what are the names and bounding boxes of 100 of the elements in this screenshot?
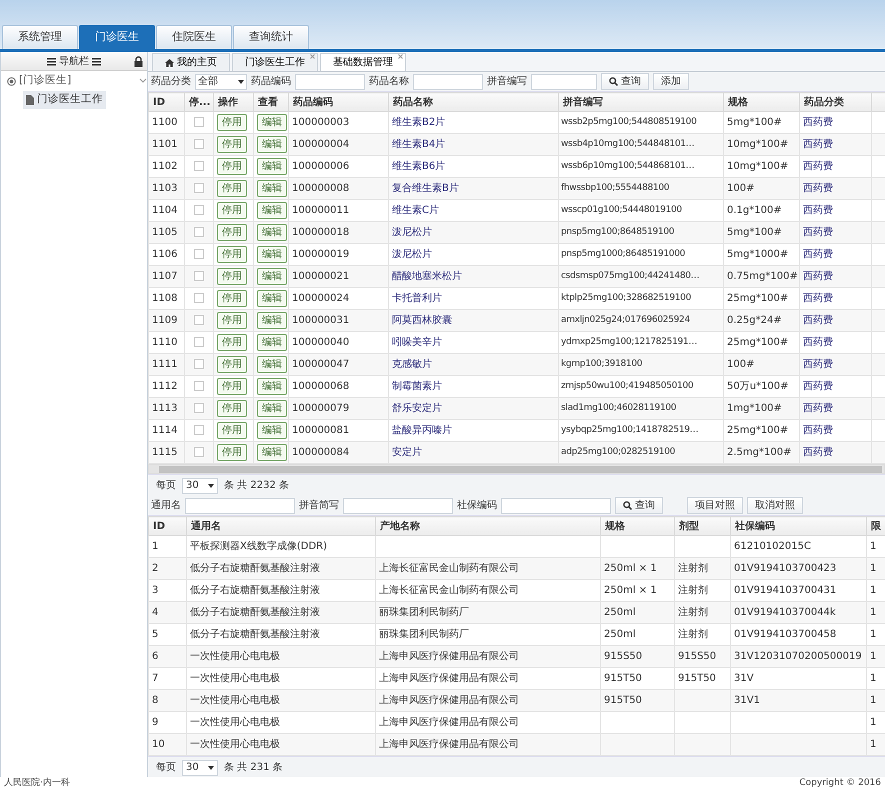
- page-tab[interactable]: 我的主页: [152, 53, 230, 71]
- input-field[interactable]: [501, 498, 611, 514]
- field-label: 药品编码: [251, 74, 291, 89]
- column-header[interactable]: 规格: [724, 92, 800, 112]
- column-header[interactable]: 剂型: [674, 516, 730, 536]
- disable-button[interactable]: 停用: [217, 356, 247, 373]
- scrollbar[interactable]: [148, 464, 885, 474]
- checkbox[interactable]: [194, 183, 204, 194]
- disable-button[interactable]: 停用: [217, 114, 247, 131]
- action-button[interactable]: 添加: [653, 73, 689, 90]
- edit-button[interactable]: 编辑: [257, 224, 287, 241]
- edit-button[interactable]: 编辑: [257, 268, 287, 285]
- disable-button[interactable]: 停用: [217, 312, 247, 329]
- disable-button[interactable]: 停用: [217, 444, 247, 461]
- table-cell: 2.5mg*100#: [724, 442, 800, 464]
- edit-button[interactable]: 编辑: [257, 400, 287, 417]
- disable-button[interactable]: 停用: [217, 422, 247, 439]
- action-button[interactable]: 取消对照: [747, 497, 803, 514]
- column-header[interactable]: 操作: [214, 92, 254, 112]
- nav-tab[interactable]: 住院医生: [156, 25, 232, 49]
- nav-tab[interactable]: 查询统计: [233, 25, 309, 49]
- action-button[interactable]: 项目对照: [687, 497, 743, 514]
- disable-button[interactable]: 停用: [217, 180, 247, 197]
- input-field[interactable]: [343, 498, 453, 514]
- nav-tab[interactable]: 系统管理: [2, 25, 78, 49]
- disable-button[interactable]: 停用: [217, 290, 247, 307]
- disable-button[interactable]: 停用: [217, 136, 247, 153]
- input-field[interactable]: [185, 498, 295, 514]
- disable-button[interactable]: 停用: [217, 400, 247, 417]
- column-header[interactable]: 规格: [600, 516, 674, 536]
- edit-button[interactable]: 编辑: [257, 180, 287, 197]
- column-header[interactable]: 通用名: [186, 516, 376, 536]
- column-header[interactable]: 限: [866, 516, 885, 536]
- page-tab[interactable]: 基础数据管理: [320, 53, 406, 71]
- table-cell: 8: [148, 690, 186, 712]
- table-cell: 西药费: [800, 354, 872, 376]
- table-cell: 1103: [148, 178, 184, 200]
- column-header[interactable]: 药品编码: [288, 92, 388, 112]
- edit-button[interactable]: 编辑: [257, 444, 287, 461]
- checkbox[interactable]: [194, 381, 204, 392]
- column-header[interactable]: ID: [148, 92, 184, 112]
- tree-item[interactable]: 门诊医生工作: [23, 91, 106, 109]
- page-tab[interactable]: 门诊医生工作: [232, 53, 318, 71]
- input-field[interactable]: [531, 74, 597, 90]
- edit-button[interactable]: 编辑: [257, 334, 287, 351]
- checkbox[interactable]: [194, 139, 204, 150]
- checkbox[interactable]: [194, 161, 204, 172]
- edit-button[interactable]: 编辑: [257, 378, 287, 395]
- checkbox[interactable]: [194, 249, 204, 260]
- table-cell: 上海长征富民金山制药有限公司: [376, 558, 600, 580]
- column-header[interactable]: 拼音编写: [558, 92, 724, 112]
- page-size-select[interactable]: 30: [182, 760, 218, 776]
- column-header[interactable]: 产地名称: [376, 516, 600, 536]
- table-cell: 250ml: [600, 602, 674, 624]
- disable-button[interactable]: 停用: [217, 158, 247, 175]
- page-size-select[interactable]: 30: [182, 478, 218, 494]
- edit-button[interactable]: 编辑: [257, 158, 287, 175]
- checkbox[interactable]: [194, 227, 204, 238]
- disable-button[interactable]: 停用: [217, 224, 247, 241]
- tree-node[interactable]: [门诊医生]: [1, 71, 147, 91]
- search-icon: [609, 77, 618, 86]
- column-header[interactable]: 药品名称: [388, 92, 558, 112]
- checkbox[interactable]: [194, 447, 204, 458]
- table-cell: 西药费: [800, 134, 872, 156]
- checkbox[interactable]: [194, 271, 204, 282]
- category-select[interactable]: 全部: [195, 74, 247, 90]
- disable-button[interactable]: 停用: [217, 246, 247, 263]
- edit-button[interactable]: 编辑: [257, 422, 287, 439]
- field-label: 社保编码: [457, 498, 497, 513]
- checkbox[interactable]: [194, 359, 204, 370]
- disable-button[interactable]: 停用: [217, 334, 247, 351]
- disable-button[interactable]: 停用: [217, 202, 247, 219]
- checkbox[interactable]: [194, 293, 204, 304]
- column-header[interactable]: 药品分类: [800, 92, 872, 112]
- edit-button[interactable]: 编辑: [257, 202, 287, 219]
- table-cell: 1: [866, 558, 885, 580]
- checkbox[interactable]: [194, 315, 204, 326]
- column-header[interactable]: ID: [148, 516, 186, 536]
- checkbox[interactable]: [194, 205, 204, 216]
- nav-tab[interactable]: 门诊医生: [79, 25, 155, 49]
- column-header[interactable]: 停...: [184, 92, 214, 112]
- checkbox[interactable]: [194, 337, 204, 348]
- search-button[interactable]: 查询: [615, 497, 663, 514]
- checkbox[interactable]: [194, 425, 204, 436]
- search-button[interactable]: 查询: [601, 73, 649, 90]
- input-field[interactable]: [295, 74, 365, 90]
- column-header[interactable]: 社保编码: [730, 516, 866, 536]
- edit-button[interactable]: 编辑: [257, 136, 287, 153]
- edit-button[interactable]: 编辑: [257, 356, 287, 373]
- checkbox[interactable]: [194, 403, 204, 414]
- edit-button[interactable]: 编辑: [257, 114, 287, 131]
- input-field[interactable]: [413, 74, 483, 90]
- edit-button[interactable]: 编辑: [257, 312, 287, 329]
- disable-button[interactable]: 停用: [217, 378, 247, 395]
- edit-button[interactable]: 编辑: [257, 246, 287, 263]
- disable-button[interactable]: 停用: [217, 268, 247, 285]
- column-header[interactable]: 查看: [254, 92, 288, 112]
- edit-button[interactable]: 编辑: [257, 290, 287, 307]
- sidebar-title: 导航栏: [59, 54, 89, 68]
- checkbox[interactable]: [194, 117, 204, 128]
